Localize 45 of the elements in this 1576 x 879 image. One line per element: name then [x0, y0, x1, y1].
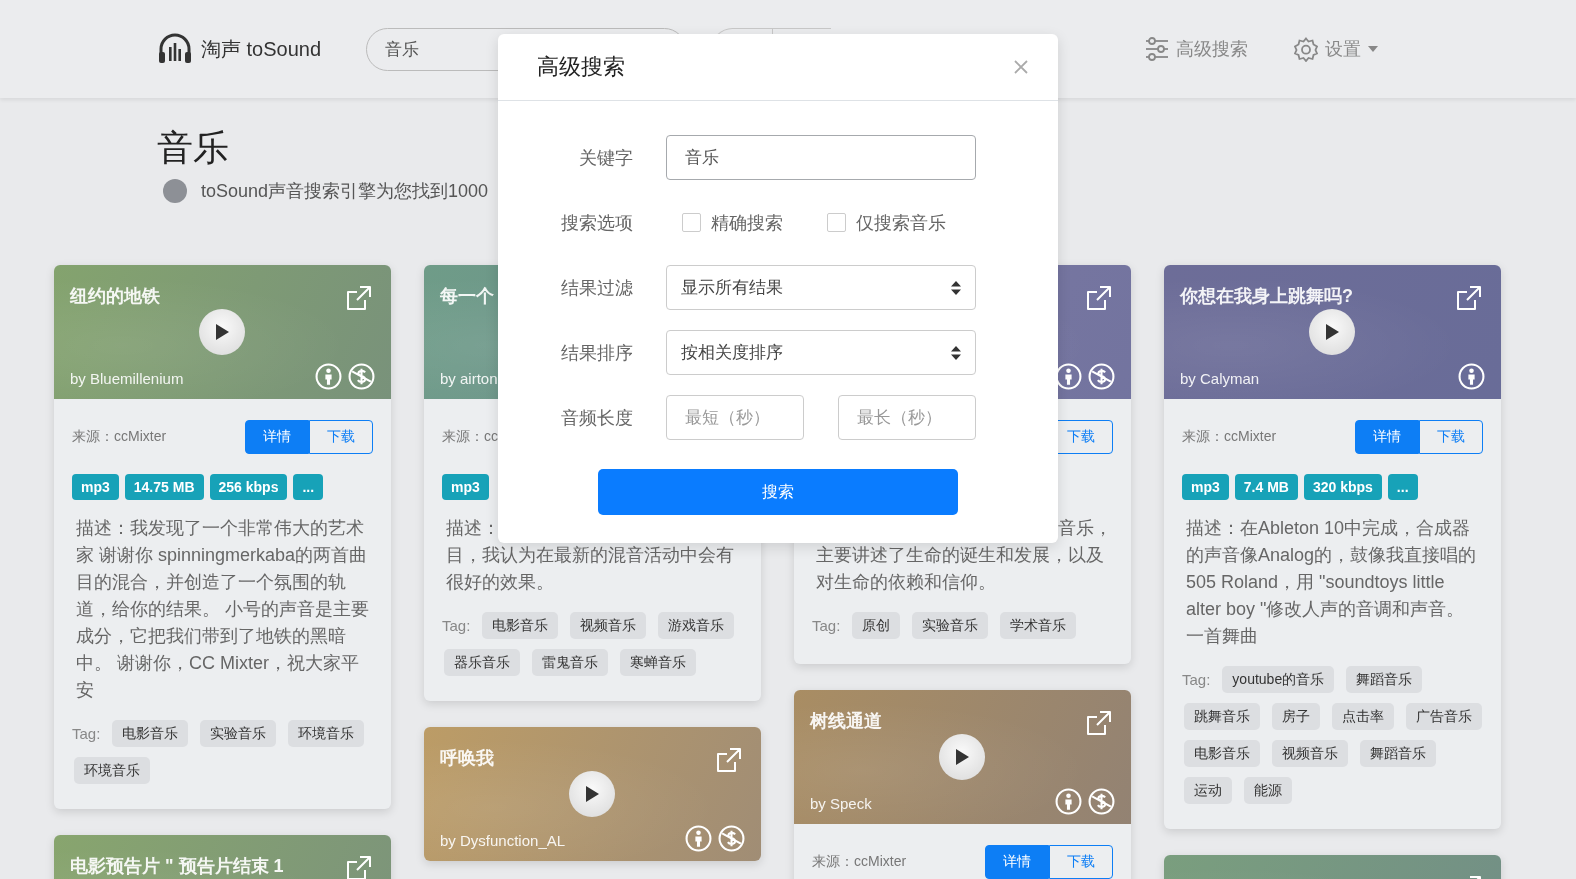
- card-title: 每一个: [440, 285, 494, 308]
- file-info-tag: 7.4 MB: [1234, 474, 1298, 500]
- brand-name: 淘声 toSound: [201, 36, 322, 62]
- source-label: 来源：ccMixter: [72, 428, 167, 446]
- page-title: 音乐: [157, 126, 229, 170]
- file-info-tag: mp3: [1182, 474, 1229, 500]
- author-name: by Bluemillenium: [70, 370, 184, 387]
- field-label: 搜索选项: [560, 211, 633, 235]
- file-info-tag: ...: [293, 474, 324, 500]
- tag-label: Tag:: [812, 617, 841, 634]
- description-text: 目，我认为在最新的混音活动中会有: [446, 544, 734, 567]
- dialog-title: 高级搜索: [537, 53, 626, 81]
- description-text: 主要讲述了生命的诞生和发展，以及: [816, 544, 1104, 567]
- card-title: 纽约的地铁: [70, 285, 160, 308]
- card-title: 电影预告片 " 预告片结束 1: [70, 855, 284, 878]
- description-text: 描述：: [446, 517, 500, 540]
- description-text: 音乐，: [1058, 517, 1112, 540]
- file-info-tag: mp3: [442, 474, 489, 500]
- source-label: 来源：ccMixter: [812, 853, 907, 871]
- description-text: 描述：我发现了一个非常伟大的艺术家 谢谢你 spinningmerkaba的两首曲目的混合，并创造了一个氛围的轨道，给你的结果。 小号的声音是主要成分，它把我们带到了地铁的黑暗中。 谢谢你，CC Mixter，祝大家平安: [76, 517, 370, 702]
- field-label: 音频长度: [560, 406, 633, 430]
- card-title: 你想在我身上跳舞吗?: [1180, 285, 1353, 308]
- card-title: 呼唤我: [440, 747, 494, 770]
- author-name: by Dysfunction_AL: [440, 832, 566, 849]
- author-name: by airton: [440, 370, 498, 387]
- source-label: 来源：cc: [442, 428, 498, 446]
- description-text: 很好的效果。: [446, 571, 554, 594]
- file-info-tag: 256 kbps: [209, 474, 288, 500]
- result-summary: toSound声音搜索引擎为您找到1000: [201, 180, 489, 203]
- source-label: 来源：ccMixter: [1182, 428, 1277, 446]
- description-text: 对生命的依赖和信仰。: [816, 571, 996, 594]
- file-info-tag: 320 kbps: [1303, 474, 1382, 500]
- description-text: 描述：在Ableton 10中完成，合成器的声音像Analog的，鼓像我直接唱的505 Roland，用 "soundtoys little alter boy "修改人声的音调和声音。一首舞曲: [1186, 517, 1478, 648]
- field-label: 结果排序: [560, 341, 633, 365]
- tag-label: Tag:: [72, 725, 101, 742]
- file-info-tag: mp3: [72, 474, 119, 500]
- field-label: 关键字: [578, 146, 633, 170]
- field-label: 结果过滤: [560, 276, 633, 300]
- file-info-tag: 14.75 MB: [124, 474, 204, 500]
- file-info-tag: ...: [1387, 474, 1418, 500]
- author-name: by Calyman: [1180, 370, 1260, 387]
- author-name: by Speck: [810, 795, 872, 812]
- tag-label: Tag:: [1182, 671, 1211, 688]
- tag-label: Tag:: [442, 617, 471, 634]
- card-title: 树线通道: [810, 710, 882, 733]
